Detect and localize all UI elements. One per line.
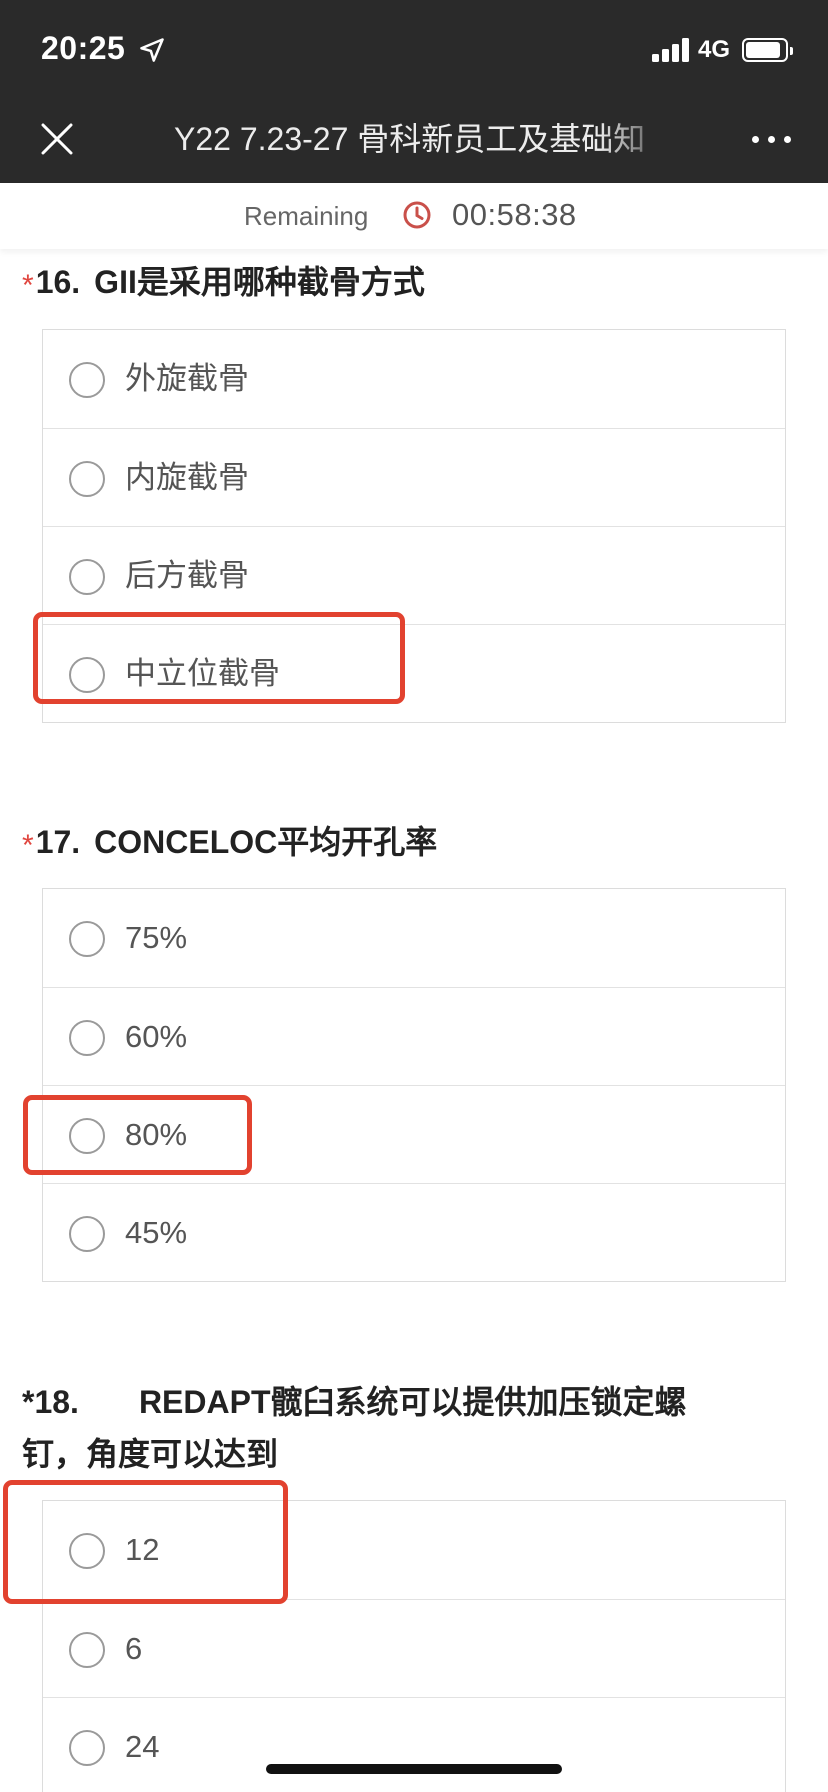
nav-bar: Y22 7.23-27 骨科新员工及基础知 bbox=[0, 95, 828, 183]
option[interactable]: 24 bbox=[43, 1697, 785, 1792]
radio-button[interactable] bbox=[69, 1632, 105, 1668]
question-text: GII是采用哪种截骨方式 bbox=[94, 264, 425, 300]
battery-icon bbox=[742, 38, 793, 62]
option[interactable]: 80% bbox=[43, 1085, 785, 1183]
close-icon[interactable] bbox=[34, 116, 80, 162]
question-18-options: 12 6 24 bbox=[42, 1500, 786, 1792]
radio-button[interactable] bbox=[69, 559, 105, 595]
option-label: 外旋截骨 bbox=[125, 361, 249, 396]
status-bar: 20:25 4G bbox=[0, 0, 828, 95]
option-label: 中立位截骨 bbox=[125, 656, 280, 691]
question-16-options: 外旋截骨 内旋截骨 后方截骨 中立位截骨 bbox=[42, 329, 786, 723]
status-time: 20:25 bbox=[41, 30, 126, 66]
question-number: 18. bbox=[34, 1384, 79, 1420]
option-label: 后方截骨 bbox=[125, 558, 249, 593]
option[interactable]: 75% bbox=[43, 889, 785, 987]
radio-button[interactable] bbox=[69, 1020, 105, 1056]
home-indicator[interactable] bbox=[266, 1764, 562, 1774]
option-label: 80% bbox=[125, 1117, 188, 1152]
option[interactable]: 45% bbox=[43, 1183, 785, 1281]
radio-button[interactable] bbox=[69, 1533, 105, 1569]
option-label: 内旋截骨 bbox=[125, 460, 249, 495]
radio-button[interactable] bbox=[69, 657, 105, 693]
radio-button[interactable] bbox=[69, 921, 105, 957]
radio-button[interactable] bbox=[69, 1118, 105, 1154]
required-mark: * bbox=[22, 829, 34, 862]
page-title: Y22 7.23-27 骨科新员工及基础知 bbox=[174, 121, 646, 157]
timer-bar: Remaining 00:58:38 bbox=[0, 183, 828, 249]
option[interactable]: 后方截骨 bbox=[43, 526, 785, 624]
option[interactable]: 6 bbox=[43, 1599, 785, 1697]
option-label: 6 bbox=[125, 1631, 143, 1666]
option[interactable]: 外旋截骨 bbox=[43, 330, 785, 428]
question-text: REDAPT髋臼系统可以提供加压锁定螺钉，角度可以达到 bbox=[22, 1384, 687, 1472]
clock-icon bbox=[403, 201, 431, 229]
required-mark: * bbox=[22, 269, 34, 302]
question-18-title: *18. REDAPT髋臼系统可以提供加压锁定螺钉，角度可以达到 bbox=[22, 1376, 742, 1480]
signal-icon bbox=[652, 38, 690, 62]
timer-value: 00:58:38 bbox=[452, 197, 577, 232]
question-16-title: *16. GII是采用哪种截骨方式 bbox=[22, 256, 425, 310]
location-arrow-icon bbox=[140, 38, 164, 62]
option-label: 75% bbox=[125, 920, 188, 955]
option-label: 12 bbox=[125, 1532, 160, 1567]
radio-button[interactable] bbox=[69, 461, 105, 497]
option[interactable]: 中立位截骨 bbox=[43, 624, 785, 722]
option-label: 45% bbox=[125, 1215, 188, 1250]
question-number: 17. bbox=[35, 824, 81, 860]
radio-button[interactable] bbox=[69, 1730, 105, 1766]
required-mark: * bbox=[22, 1384, 35, 1420]
option[interactable]: 60% bbox=[43, 987, 785, 1085]
more-icon[interactable] bbox=[748, 123, 796, 155]
option-label: 24 bbox=[125, 1729, 160, 1764]
question-17-options: 75% 60% 80% 45% bbox=[42, 888, 786, 1282]
question-17-title: *17. CONCELOC平均开孔率 bbox=[22, 816, 437, 870]
question-text: CONCELOC平均开孔率 bbox=[94, 824, 438, 860]
question-number: 16. bbox=[35, 264, 81, 300]
option[interactable]: 12 bbox=[43, 1501, 785, 1599]
radio-button[interactable] bbox=[69, 1216, 105, 1252]
timer-label: Remaining bbox=[244, 201, 369, 231]
option-label: 60% bbox=[125, 1019, 188, 1054]
option[interactable]: 内旋截骨 bbox=[43, 428, 785, 526]
network-type: 4G bbox=[698, 36, 731, 63]
radio-button[interactable] bbox=[69, 362, 105, 398]
